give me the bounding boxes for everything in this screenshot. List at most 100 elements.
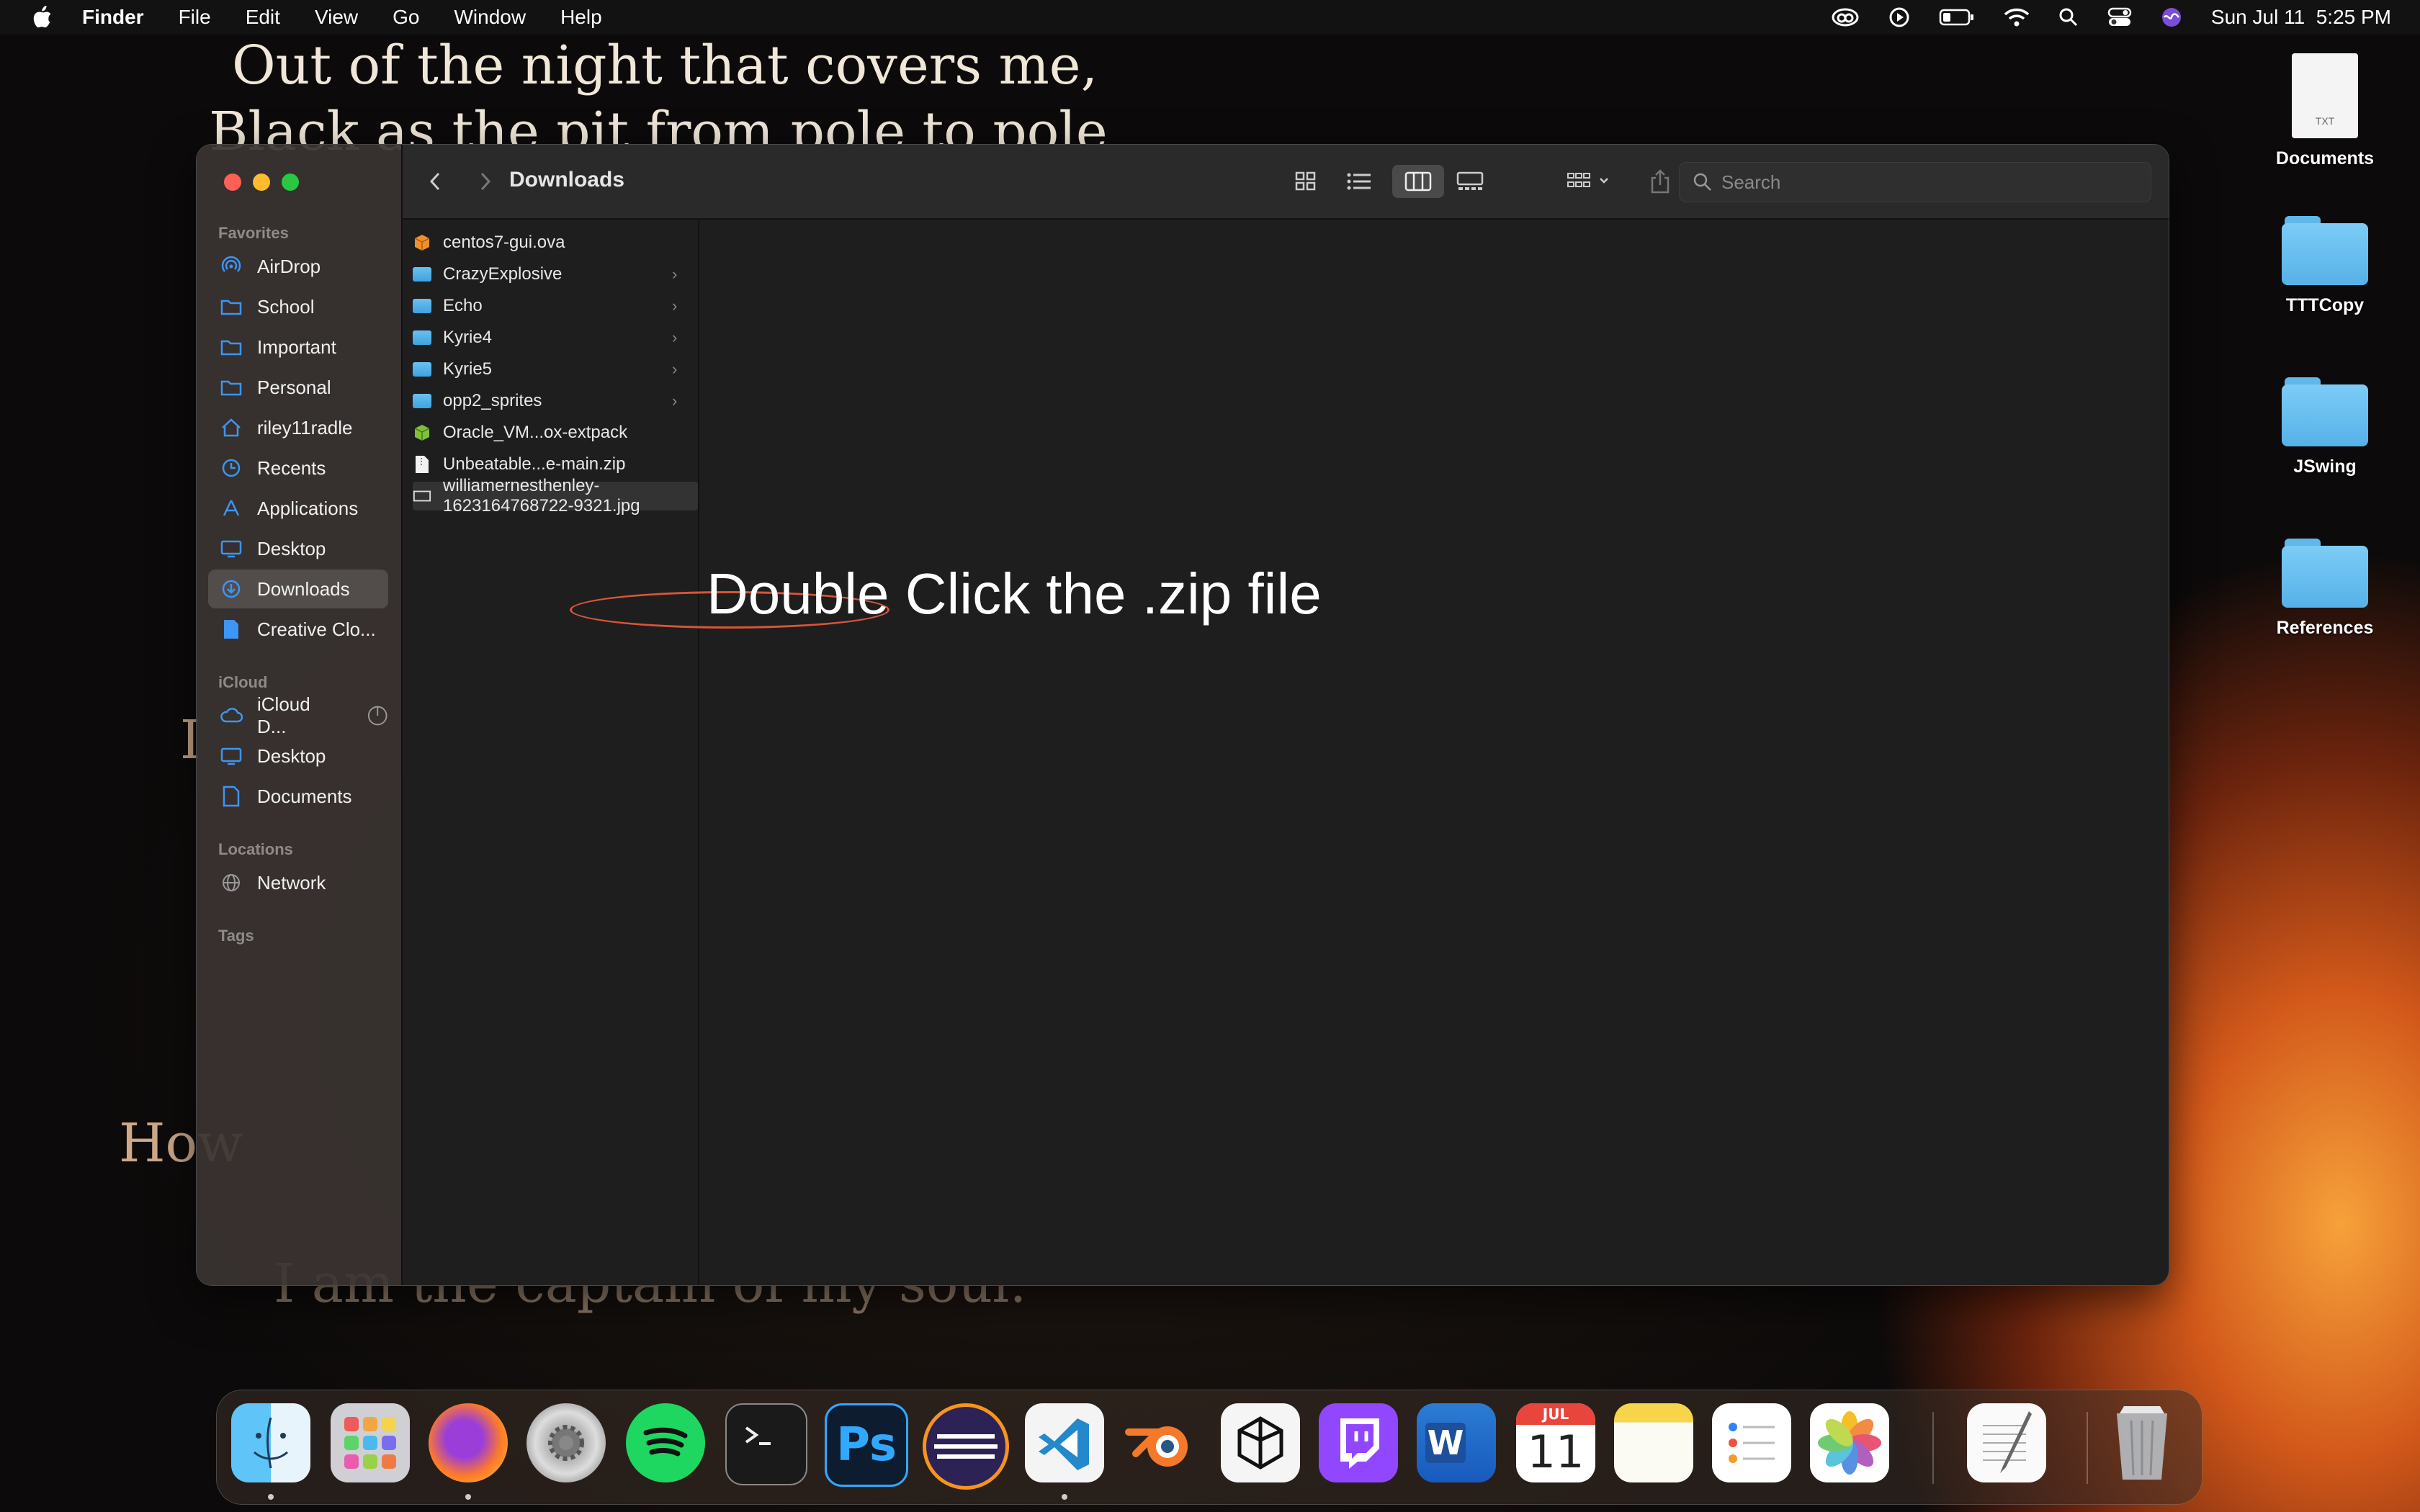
sidebar-item-airdrop[interactable]: AirDrop — [208, 247, 388, 286]
extension-pack-icon — [413, 423, 431, 442]
sidebar-item-icloud-documents[interactable]: Documents — [208, 777, 388, 816]
sidebar-item-desktop[interactable]: Desktop — [208, 529, 388, 568]
file-row-crazyexplosive[interactable]: CrazyExplosive › — [413, 260, 677, 289]
share-button[interactable] — [1646, 165, 1675, 198]
sidebar-item-important[interactable]: Important — [208, 328, 388, 366]
sidebar-item-school[interactable]: School — [208, 287, 388, 326]
downloads-column: centos7-gui.ova CrazyExplosive › Echo › … — [403, 220, 699, 1285]
gallery-view-button[interactable] — [1450, 165, 1490, 198]
file-name: Unbeatable...e-main.zip — [443, 454, 626, 474]
download-icon — [220, 577, 243, 600]
group-grid-icon — [1567, 173, 1608, 187]
sidebar-item-label: Desktop — [257, 744, 326, 767]
forward-button[interactable] — [475, 165, 496, 198]
sidebar-item-home[interactable]: riley11radle — [208, 408, 388, 447]
dock-twitch-icon[interactable] — [1319, 1403, 1398, 1482]
minimize-window-button[interactable] — [253, 174, 270, 191]
menu-window[interactable]: Window — [454, 6, 526, 29]
column-view-button[interactable] — [1392, 165, 1444, 198]
sidebar-item-label: iCloud D... — [257, 693, 310, 737]
spotlight-search-icon[interactable] — [2058, 7, 2079, 27]
sidebar-item-creative-cloud[interactable]: Creative Clo... — [208, 610, 388, 649]
desktop-icon-jswing[interactable]: JSwing — [2257, 377, 2393, 477]
dock-calendar-icon[interactable]: JUL 11 — [1516, 1403, 1595, 1482]
sidebar-section-locations: Locations — [218, 840, 293, 858]
sidebar-item-label: Recents — [257, 456, 326, 479]
menu-view[interactable]: View — [315, 6, 358, 29]
dock-photoshop-icon[interactable]: Ps — [825, 1403, 908, 1487]
sync-progress-icon — [367, 706, 387, 726]
wifi-icon[interactable] — [2004, 7, 2030, 27]
menu-file[interactable]: File — [179, 6, 211, 29]
file-row-kyrie5[interactable]: Kyrie5 › — [413, 355, 677, 384]
calendar-day: 11 — [1527, 1426, 1585, 1478]
dock-blender-icon[interactable] — [1121, 1403, 1201, 1482]
sidebar-item-applications[interactable]: Applications — [208, 489, 388, 528]
file-row-centos[interactable]: centos7-gui.ova — [413, 228, 565, 257]
close-window-button[interactable] — [224, 174, 241, 191]
battery-icon[interactable] — [1939, 8, 1975, 27]
file-row-oracle-extpack[interactable]: Oracle_VM...ox-extpack — [413, 418, 627, 447]
document-outline-icon — [220, 785, 243, 808]
menu-help[interactable]: Help — [560, 6, 602, 29]
dock-notes-icon[interactable] — [1614, 1403, 1693, 1482]
search-field[interactable]: Search — [1679, 162, 2151, 202]
sidebar-item-icloud-desktop[interactable]: Desktop — [208, 737, 388, 775]
folder-outline-icon — [220, 376, 243, 399]
sidebar-item-label: Documents — [257, 785, 352, 807]
zoom-window-button[interactable] — [282, 174, 299, 191]
wallpaper-poem-line-1: Out of the night that covers me, — [232, 35, 1098, 96]
dock-textedit-icon[interactable] — [1967, 1403, 2046, 1482]
desktop-icon-label: TTTCopy — [2285, 295, 2365, 315]
file-row-echo[interactable]: Echo › — [413, 292, 677, 320]
list-view-button[interactable] — [1339, 165, 1379, 198]
file-row-kyrie4[interactable]: Kyrie4 › — [413, 323, 677, 352]
siri-icon[interactable] — [2161, 6, 2182, 28]
sidebar-item-network[interactable]: Network — [208, 863, 388, 902]
calendar-month: JUL — [1516, 1403, 1595, 1425]
desktop-icon-references[interactable]: References — [2257, 539, 2393, 639]
icon-view-button[interactable] — [1286, 165, 1326, 198]
creative-cloud-icon[interactable] — [1831, 6, 1860, 28]
dock-terminal-icon[interactable] — [725, 1403, 807, 1485]
dock-launchpad-icon[interactable] — [331, 1403, 410, 1482]
zip-file-icon — [413, 455, 431, 474]
play-circle-icon[interactable] — [1888, 6, 1910, 28]
grid-icon — [1295, 171, 1316, 191]
file-row-unbeatable-zip[interactable]: Unbeatable...e-main.zip — [413, 450, 625, 479]
file-name: Oracle_VM...ox-extpack — [443, 423, 628, 442]
desktop-icon-documents[interactable]: TXT Documents — [2257, 53, 2393, 169]
dock-eclipse-icon[interactable] — [923, 1403, 1009, 1490]
desktop-icon-tttcopy[interactable]: TTTCopy — [2257, 216, 2393, 316]
menu-edit[interactable]: Edit — [246, 6, 280, 29]
file-name: opp2_sprites — [443, 391, 542, 410]
group-by-button[interactable] — [1564, 165, 1618, 198]
sidebar-item-icloud-drive[interactable]: iCloud D... — [208, 693, 388, 737]
apple-menu-icon[interactable] — [32, 6, 53, 29]
sidebar-item-downloads[interactable]: Downloads — [208, 570, 388, 608]
folder-icon — [413, 392, 431, 410]
sidebar-item-recents[interactable]: Recents — [208, 449, 388, 487]
dock-photos-icon[interactable] — [1810, 1403, 1889, 1482]
dock-word-icon[interactable]: W — [1417, 1403, 1496, 1482]
home-icon — [220, 416, 243, 439]
dock-finder-icon[interactable] — [231, 1403, 310, 1482]
dock-spotify-icon[interactable] — [626, 1403, 705, 1482]
file-row-jpg[interactable]: williamernesthenley-1623164768722-9321.j… — [413, 476, 698, 516]
menu-bar-clock[interactable]: Sun Jul 11 5:25 PM — [2211, 6, 2391, 29]
file-row-opp2-sprites[interactable]: opp2_sprites › — [413, 387, 677, 415]
back-button[interactable] — [424, 165, 446, 198]
dock-unity-hub-icon[interactable] — [1221, 1403, 1300, 1482]
menu-app-name[interactable]: Finder — [82, 6, 144, 29]
dock-firefox-icon[interactable] — [429, 1403, 508, 1482]
cloud-icon — [220, 704, 243, 727]
dock-reminders-icon[interactable] — [1712, 1403, 1791, 1482]
control-center-icon[interactable] — [2107, 7, 2132, 27]
desktop-icon — [220, 537, 243, 560]
file-name: centos7-gui.ova — [443, 233, 565, 252]
sidebar-item-personal[interactable]: Personal — [208, 368, 388, 407]
dock-system-preferences-icon[interactable] — [526, 1403, 606, 1482]
menu-go[interactable]: Go — [393, 6, 419, 29]
dock-vscode-icon[interactable] — [1025, 1403, 1104, 1482]
dock-trash-icon[interactable] — [2102, 1403, 2182, 1482]
